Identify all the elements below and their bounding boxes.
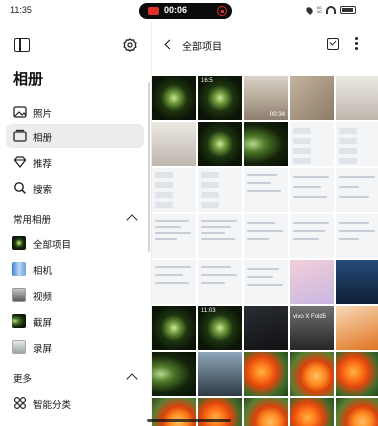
sidebar-toggle-icon[interactable] [14, 38, 30, 52]
media-thumbnail[interactable] [290, 398, 334, 426]
album-thumbnail [12, 262, 26, 276]
media-thumbnail[interactable] [244, 122, 288, 166]
main-panel: 全部项目 16:5 00:34 11:03 vivo X Fold5 [152, 22, 378, 426]
media-thumbnail[interactable] [290, 260, 334, 304]
nav-label: 照片 [33, 109, 53, 120]
album-camera[interactable]: 相机 [6, 257, 144, 281]
media-thumbnail[interactable] [152, 76, 196, 120]
record-camera-icon [148, 7, 159, 15]
status-bar: 11:35 00:06 5G 4G [0, 0, 378, 22]
album-all-items[interactable]: 全部项目 [6, 231, 144, 255]
album-screen-recordings[interactable]: 录屏 [6, 335, 144, 359]
media-thumbnail[interactable] [152, 168, 196, 212]
album-label: 相机 [33, 266, 53, 277]
media-thumbnail[interactable] [336, 122, 378, 166]
media-thumbnail[interactable] [198, 214, 242, 258]
media-thumbnail[interactable] [290, 352, 334, 396]
media-thumbnail[interactable] [244, 352, 288, 396]
search-icon [14, 182, 27, 195]
home-indicator[interactable] [147, 419, 231, 422]
nav-label: 推荐 [33, 159, 53, 170]
media-thumbnail[interactable] [152, 214, 196, 258]
network-indicator: 5G 4G [316, 5, 322, 14]
media-thumbnail[interactable] [244, 398, 288, 426]
wifi-icon [326, 6, 336, 14]
battery-icon [340, 6, 356, 14]
sidebar-title: 相册 [13, 71, 44, 88]
select-checkbox-icon[interactable] [327, 38, 339, 50]
media-thumbnail[interactable] [336, 214, 378, 258]
media-thumbnail[interactable] [152, 122, 196, 166]
media-thumbnail[interactable] [336, 398, 378, 426]
diamond-icon [13, 156, 27, 169]
media-thumbnail[interactable] [290, 168, 334, 212]
media-thumbnail[interactable] [244, 168, 288, 212]
media-thumbnail[interactable] [244, 214, 288, 258]
media-thumbnail[interactable] [198, 168, 242, 212]
back-arrow-icon[interactable] [164, 39, 175, 50]
media-thumbnail[interactable] [290, 76, 334, 120]
media-thumbnail[interactable] [290, 214, 334, 258]
album-thumbnail [12, 236, 26, 250]
nav-label: 相册 [33, 133, 53, 144]
image-icon [13, 106, 27, 118]
sidebar: 相册 照片 相册 推荐 搜索 常用相册 全部项目 相机 视频 截屏 录屏 更多 … [0, 22, 152, 426]
gear-icon[interactable] [123, 38, 137, 52]
album-label: 视频 [33, 292, 53, 303]
more-header: 更多 [13, 374, 33, 385]
media-thumbnail[interactable] [244, 306, 288, 350]
more-label: 智能分类 [33, 400, 72, 411]
recording-time: 00:06 [164, 5, 188, 15]
nav-item-recommend[interactable]: 推荐 [6, 150, 144, 174]
album-screenshots[interactable]: 截屏 [6, 309, 144, 333]
stop-recording-icon[interactable] [217, 6, 227, 16]
more-options-icon[interactable] [355, 37, 359, 51]
media-thumbnail[interactable] [152, 260, 196, 304]
media-thumbnail[interactable] [152, 306, 196, 350]
status-time: 11:35 [10, 5, 32, 15]
media-thumbnail[interactable] [152, 352, 196, 396]
media-thumbnail[interactable] [336, 306, 378, 350]
chevron-up-icon[interactable] [126, 214, 138, 226]
chevron-up-icon[interactable] [126, 373, 138, 385]
album-thumbnail [12, 288, 26, 302]
media-thumbnail[interactable] [198, 260, 242, 304]
media-thumbnail[interactable]: 11:03 [198, 306, 242, 350]
media-thumbnail[interactable] [336, 260, 378, 304]
media-thumbnail[interactable] [336, 76, 378, 120]
album-icon [13, 129, 27, 142]
screen-recording-pill[interactable]: 00:06 [139, 3, 232, 19]
smart-category-icon [13, 396, 27, 410]
album-label: 全部项目 [33, 240, 72, 251]
media-grid: 16:5 00:34 11:03 vivo X Fold5 [152, 76, 378, 426]
album-thumbnail [12, 314, 26, 328]
status-icons: 5G 4G [304, 4, 356, 16]
location-icon [304, 5, 314, 15]
media-thumbnail[interactable]: 16:5 [198, 76, 242, 120]
media-thumbnail[interactable]: 00:34 [244, 76, 288, 120]
album-video[interactable]: 视频 [6, 283, 144, 307]
sidebar-scrollbar[interactable] [148, 82, 150, 252]
nav-item-search[interactable]: 搜索 [6, 176, 144, 200]
more-item-smart-category[interactable]: 智能分类 [6, 391, 144, 415]
common-albums-header: 常用相册 [13, 215, 52, 226]
album-label: 录屏 [33, 344, 53, 355]
page-title: 全部项目 [182, 42, 222, 53]
album-label: 截屏 [33, 318, 53, 329]
media-thumbnail[interactable] [336, 352, 378, 396]
album-thumbnail [12, 340, 26, 354]
nav-label: 搜索 [33, 185, 53, 196]
media-thumbnail[interactable] [198, 352, 242, 396]
media-thumbnail[interactable] [336, 168, 378, 212]
media-thumbnail[interactable] [290, 122, 334, 166]
media-thumbnail[interactable]: vivo X Fold5 [290, 306, 334, 350]
nav-item-albums[interactable]: 相册 [6, 124, 144, 148]
nav-item-photos[interactable]: 照片 [6, 100, 144, 124]
media-thumbnail[interactable] [198, 122, 242, 166]
media-thumbnail[interactable] [244, 260, 288, 304]
